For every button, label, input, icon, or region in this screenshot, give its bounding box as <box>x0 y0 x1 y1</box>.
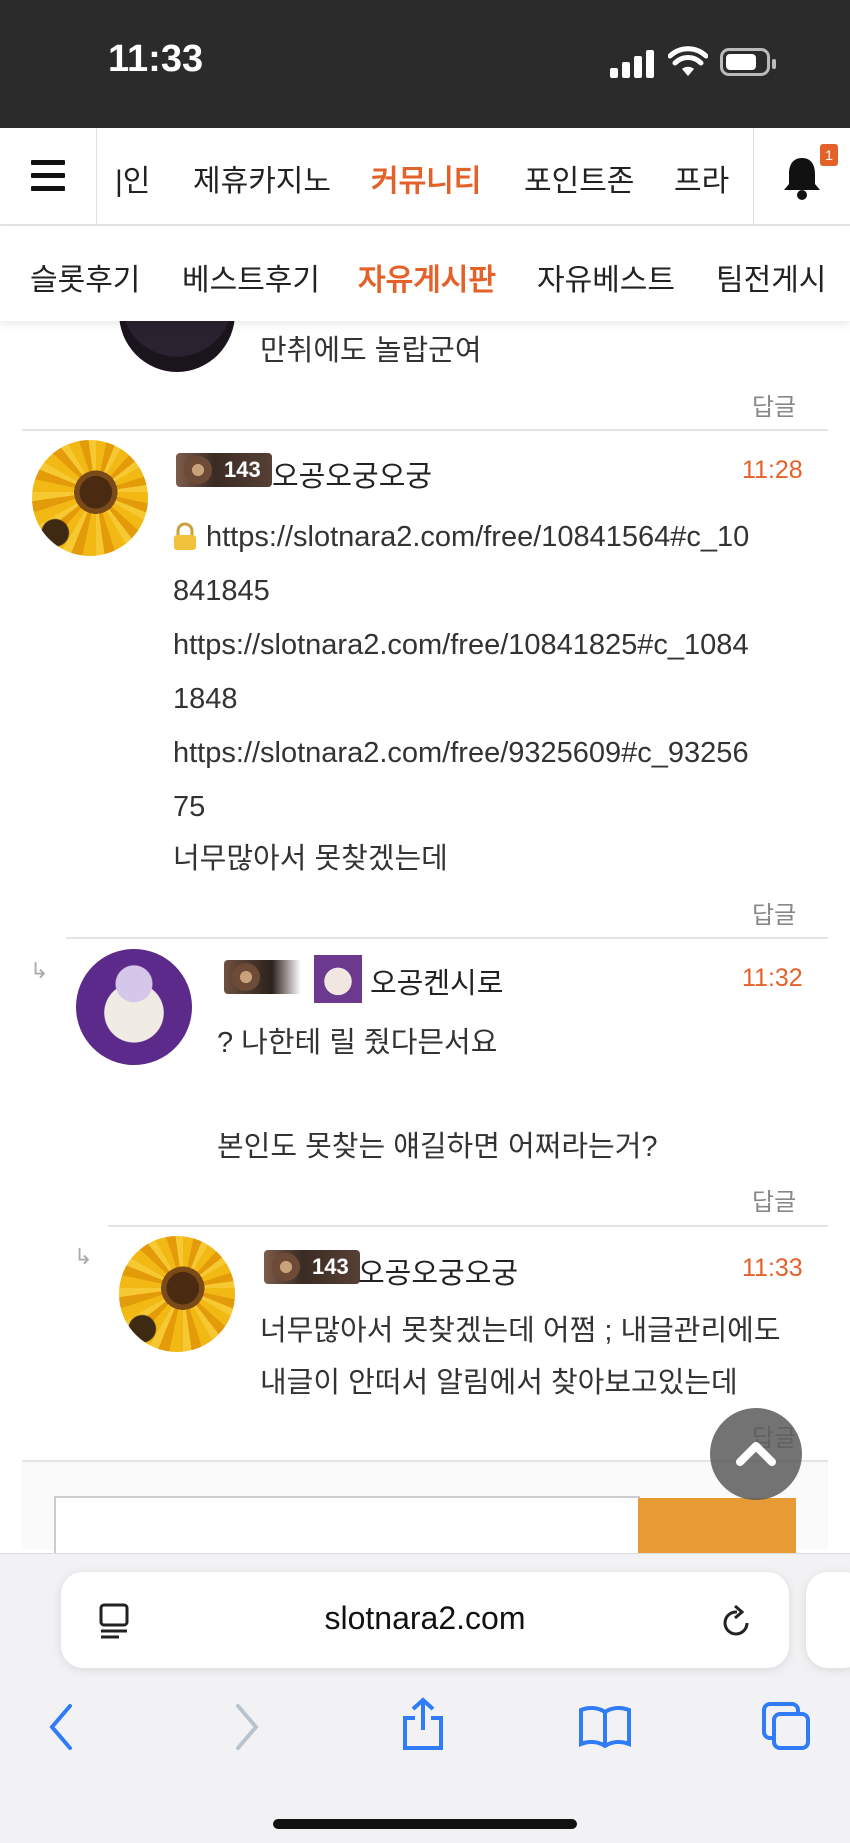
battery-icon <box>720 48 776 76</box>
divider <box>22 429 828 431</box>
clock: 11:33 <box>108 38 204 80</box>
tab-free-board[interactable]: 자유게시판 <box>358 255 496 299</box>
comment-line: 너무많아서 못찾겠는데 <box>173 843 448 875</box>
nav-item-affiliate-casino[interactable]: 제휴카지노 <box>193 156 331 200</box>
browser-toolbar: slotnara2.com <box>0 1553 850 1843</box>
comment-input[interactable] <box>54 1496 640 1556</box>
address-bar[interactable]: slotnara2.com <box>61 1572 789 1668</box>
top-nav: |인 제휴카지노 커뮤니티 포인트존 프라 1 <box>0 128 850 226</box>
nav-item-pra[interactable]: 프라 <box>674 156 729 200</box>
author-name[interactable]: 오공오궁오궁 <box>272 453 432 495</box>
nav-item[interactable]: |인 <box>115 156 150 200</box>
reply-link[interactable]: 답글 <box>752 387 796 422</box>
reply-arrow-icon: ↳ <box>30 958 49 983</box>
comment-line: 내글이 안떠서 알림에서 찾아보고있는데 <box>260 1367 738 1399</box>
tab-slot-review[interactable]: 슬롯후기 <box>30 255 140 299</box>
next-tab-preview[interactable] <box>806 1572 850 1668</box>
home-indicator <box>273 1819 577 1829</box>
back-icon[interactable] <box>46 1702 76 1752</box>
avatar[interactable] <box>119 1236 235 1352</box>
comment-time: 11:32 <box>742 964 803 992</box>
reply-link[interactable]: 답글 <box>752 1182 796 1217</box>
bookmarks-icon[interactable] <box>578 1704 632 1748</box>
tab-best-review[interactable]: 베스트후기 <box>182 255 320 299</box>
wifi-icon <box>668 46 708 76</box>
menu-icon[interactable] <box>0 128 97 224</box>
divider <box>66 937 828 939</box>
comment-line[interactable]: https://slotnara2.com/free/10841825#c_10… <box>173 618 749 672</box>
comment-line[interactable]: 75 <box>173 780 205 834</box>
notification-button[interactable]: 1 <box>753 128 850 224</box>
lock-icon <box>172 522 198 552</box>
level-badge <box>224 960 320 994</box>
author-name[interactable]: 오공켄시로 <box>370 960 503 1002</box>
comment-line[interactable]: 1848 <box>173 672 238 726</box>
comment-line: 본인도 못찾는 얘길하면 어쩌라는거? <box>217 1131 658 1163</box>
tab-team-board[interactable]: 팀전게시 <box>716 255 826 299</box>
reply-link[interactable]: 답글 <box>752 895 796 930</box>
tab-free-best[interactable]: 자유베스트 <box>537 255 675 299</box>
comment-form <box>22 1460 828 1556</box>
nav-item-community[interactable]: 커뮤니티 <box>371 156 481 200</box>
level-badge: 143 <box>176 453 272 487</box>
avatar[interactable] <box>76 949 192 1065</box>
submit-button[interactable] <box>638 1498 796 1554</box>
tabs-icon[interactable] <box>760 1700 812 1752</box>
comment-text: 만취에도 놀랍군여 <box>260 335 482 367</box>
comment-line[interactable]: https://slotnara2.com/free/9325609#c_932… <box>173 726 749 780</box>
nav-item-point-zone[interactable]: 포인트존 <box>524 156 634 200</box>
divider <box>108 1225 828 1227</box>
reply-arrow-icon: ↳ <box>74 1244 93 1269</box>
sub-nav: 슬롯후기 베스트후기 자유게시판 자유베스트 팀전게시 <box>0 227 850 321</box>
comment-line: ? 나한테 릴 줬다믄서요 <box>217 1027 498 1059</box>
url-text: slotnara2.com <box>324 1600 526 1636</box>
comment-line[interactable]: 841845 <box>173 564 270 618</box>
notification-badge: 1 <box>820 144 838 166</box>
comment-line: 너무많아서 못찾겠는데 어쩜 ; 내글관리에도 <box>260 1315 781 1347</box>
author-name[interactable]: 오공오궁오궁 <box>358 1250 518 1292</box>
level-badge: 143 <box>264 1250 360 1284</box>
scroll-to-top-button[interactable] <box>710 1408 802 1500</box>
avatar[interactable] <box>32 440 148 556</box>
comment-time: 11:28 <box>742 456 803 484</box>
forward-icon[interactable] <box>232 1702 262 1752</box>
comment-time: 11:33 <box>742 1254 803 1282</box>
share-icon[interactable] <box>400 1696 446 1752</box>
main-nav-items: |인 제휴카지노 커뮤니티 포인트존 프라 <box>97 128 753 224</box>
signal-icon <box>610 50 654 78</box>
user-icon <box>314 955 362 1003</box>
status-bar: 11:33 <box>0 0 850 128</box>
bell-icon <box>784 158 820 200</box>
chevron-up-icon <box>736 1442 776 1466</box>
reload-icon[interactable] <box>719 1602 755 1640</box>
comment-line[interactable]: https://slotnara2.com/free/10841564#c_10 <box>206 510 749 564</box>
